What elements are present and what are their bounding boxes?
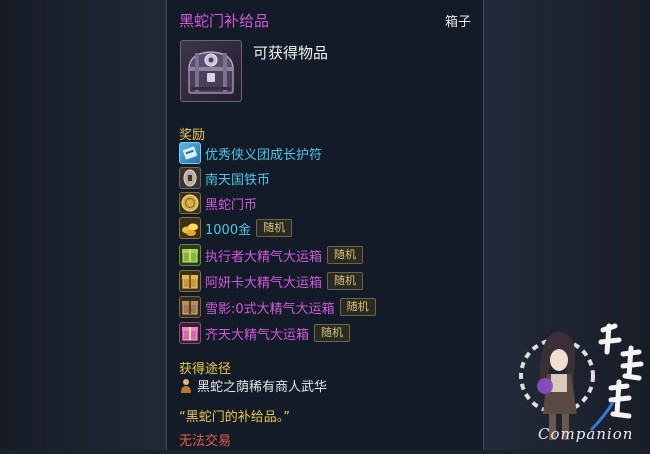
reward-item[interactable]: 1000金 随机 [179,217,293,239]
reward-item[interactable]: 黑蛇门币 [179,192,257,214]
background-left [0,0,166,450]
source-item[interactable]: 黑蛇之荫稀有商人武华 [179,376,327,395]
random-tag: 随机 [339,298,376,316]
random-tag: 随机 [327,272,364,290]
item-type: 箱子 [444,15,471,30]
reward-name: 优秀侠义团成长护符 [205,147,323,163]
untradeable-label: 无法交易 [179,434,232,449]
watermark-text: Companion [538,425,634,443]
rewards-heading: 奖励 [179,128,206,143]
item-title: 黑蛇门补给品 [179,12,270,30]
reward-name: 黑蛇门币 [205,197,258,213]
reward-name: 雪影:0式大精气大运箱 [205,301,335,317]
reward-item[interactable]: 齐天大精气大运箱 随机 [179,322,351,344]
item-tooltip: 黑蛇门补给品 箱子 可获得物品 奖励 优秀侠义团成长护符 南天国铁币 黑蛇门币 … [166,0,484,450]
reward-item[interactable]: 优秀侠义团成长护符 [179,142,322,164]
green-box-icon [179,244,201,266]
reward-item[interactable]: 南天国铁币 [179,167,270,189]
iron-coin-icon [179,167,201,189]
reward-name: 齐天大精气大运箱 [205,327,310,343]
reward-item[interactable]: 雪影:0式大精气大运箱 随机 [179,296,376,318]
reward-name: 执行者大精气大运箱 [205,249,323,265]
treasure-chest-icon [180,40,242,102]
pink-box-icon [179,322,201,344]
source-text: 黑蛇之荫稀有商人武华 [197,380,328,395]
golden-box-icon [179,270,201,292]
flavor-text: “黑蛇门的补给品。” [179,410,290,425]
reward-item[interactable]: 执行者大精气大运箱 随机 [179,244,364,266]
source-heading: 获得途径 [179,362,232,377]
obtainable-label: 可获得物品 [253,44,329,62]
reward-name: 阿妍卡大精气大运箱 [205,275,323,291]
reward-name: 南天国铁币 [205,172,271,188]
gold-ingots-icon [179,217,201,239]
merchant-icon [179,378,193,394]
brown-box-icon [179,296,201,318]
talisman-icon [179,142,201,164]
reward-item[interactable]: 阿妍卡大精气大运箱 随机 [179,270,364,292]
random-tag: 随机 [256,219,293,237]
random-tag: 随机 [314,324,351,342]
random-tag: 随机 [327,246,364,264]
reward-name: 1000金 [205,222,252,238]
gold-coin-icon [179,192,201,214]
